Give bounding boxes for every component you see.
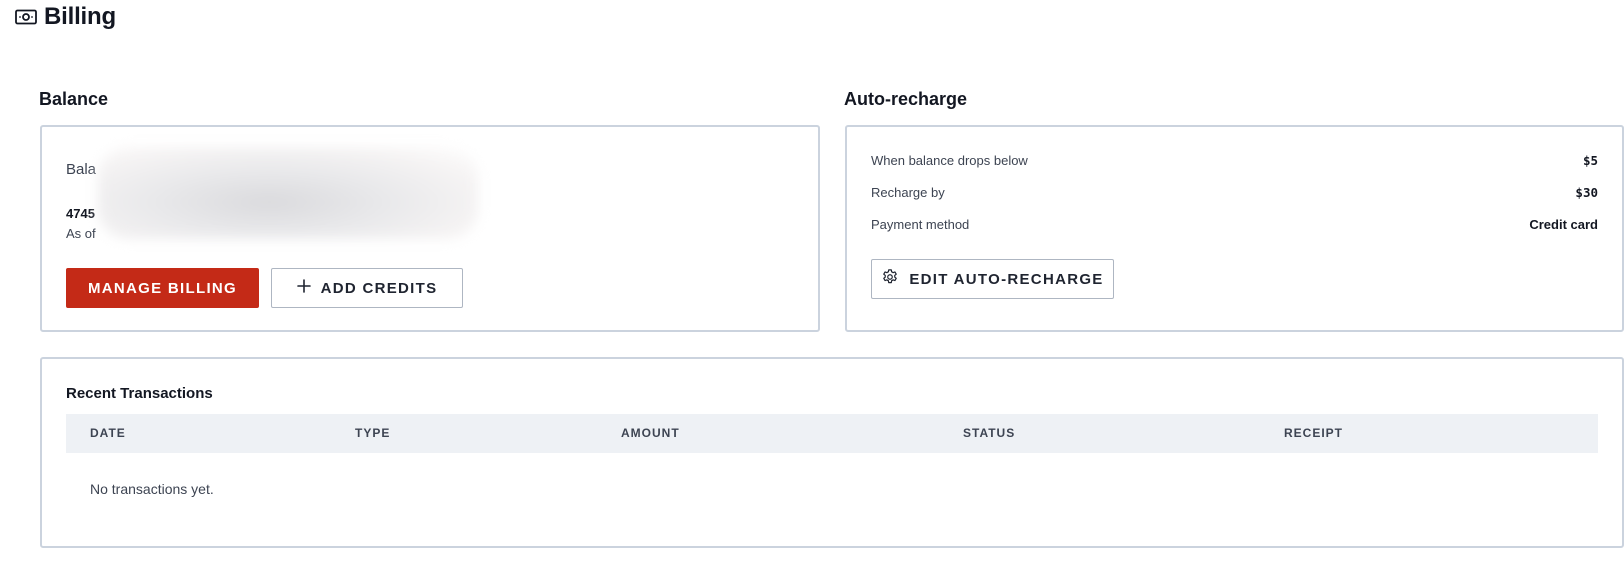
column-header-amount[interactable]: AMOUNT <box>621 426 680 440</box>
transactions-empty-state: No transactions yet. <box>90 481 214 497</box>
column-header-date[interactable]: DATE <box>90 426 126 440</box>
recharge-amount-label: Recharge by <box>871 185 945 200</box>
balance-as-of: As of <box>66 226 96 241</box>
column-header-type[interactable]: TYPE <box>355 426 390 440</box>
banknote-icon <box>15 9 37 25</box>
gear-icon <box>881 268 899 290</box>
recent-transactions-title: Recent Transactions <box>66 385 213 402</box>
auto-recharge-card: When balance drops below $5 Recharge by … <box>845 125 1624 332</box>
threshold-label: When balance drops below <box>871 153 1028 168</box>
column-header-status[interactable]: STATUS <box>963 426 1015 440</box>
column-header-receipt[interactable]: RECEIPT <box>1284 426 1343 440</box>
balance-section-label: Balance <box>39 89 109 109</box>
add-credits-button[interactable]: ADD CREDITS <box>271 268 463 308</box>
balance-value: 4745 <box>66 206 95 221</box>
edit-auto-recharge-button[interactable]: EDIT AUTO-RECHARGE <box>871 259 1114 299</box>
add-credits-label: ADD CREDITS <box>320 279 438 297</box>
plus-icon <box>296 279 311 297</box>
page-title: Billing <box>44 3 116 30</box>
balance-card: Bala 4745 As of MANAGE BILLING ADD CREDI… <box>40 125 820 332</box>
recharge-amount-value: $30 <box>1575 185 1598 200</box>
threshold-value: $5 <box>1582 153 1598 168</box>
recent-transactions-card: Recent Transactions DATE TYPE AMOUNT STA… <box>40 357 1624 548</box>
payment-method-label: Payment method <box>871 217 970 232</box>
page-header: Billing <box>15 2 116 32</box>
auto-recharge-amount-row: Recharge by $30 <box>871 185 1598 200</box>
payment-method-value: Credit card <box>1529 217 1598 232</box>
redacted-region <box>98 147 478 239</box>
edit-auto-recharge-label: EDIT AUTO-RECHARGE <box>909 270 1104 288</box>
auto-recharge-section-label: Auto-recharge <box>844 89 968 109</box>
balance-label: Bala <box>66 161 97 178</box>
auto-recharge-threshold-row: When balance drops below $5 <box>871 153 1598 168</box>
auto-recharge-payment-row: Payment method Credit card <box>871 217 1598 232</box>
manage-billing-label: MANAGE BILLING <box>87 279 238 297</box>
manage-billing-button[interactable]: MANAGE BILLING <box>66 268 259 308</box>
transactions-table-header: DATE TYPE AMOUNT STATUS RECEIPT <box>66 414 1598 453</box>
